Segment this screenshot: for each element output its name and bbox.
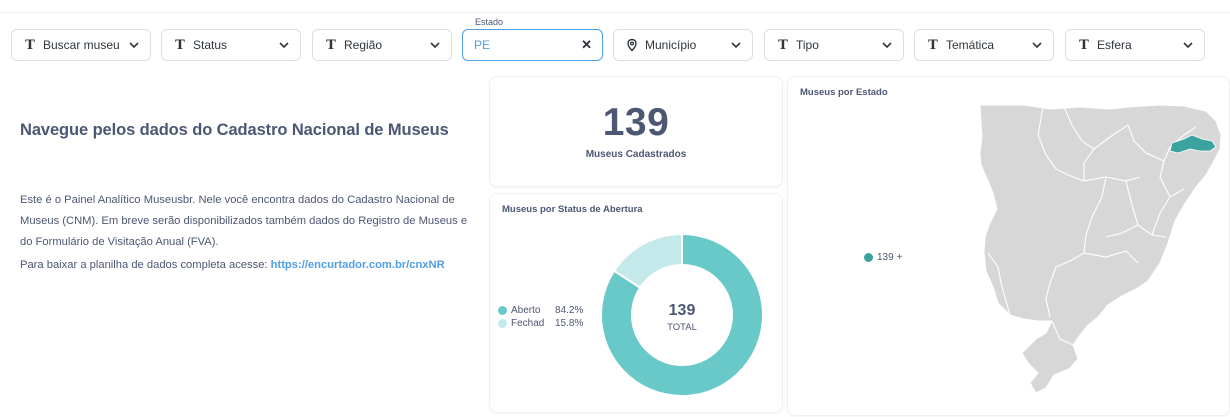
filter-tematica[interactable]: T Temática — [914, 29, 1054, 61]
filter-tipo[interactable]: T Tipo — [764, 29, 904, 61]
filter-label: Buscar museu — [43, 38, 120, 52]
legend-swatch — [864, 253, 873, 262]
filter-label: Temática — [946, 38, 995, 52]
donut-chart[interactable]: 139 TOTAL — [601, 234, 763, 396]
status-donut-card: Museus por Status de Abertura Aberto 84.… — [489, 193, 783, 413]
filter-regiao[interactable]: T Região — [312, 29, 452, 61]
legend-swatch — [498, 306, 507, 315]
intro-title: Navegue pelos dados do Cadastro Nacional… — [20, 121, 449, 139]
kpi-card: 139 Museus Cadastrados — [489, 76, 783, 187]
filter-buscar-museu[interactable]: T Buscar museu — [11, 29, 151, 61]
legend-value: 15.8% — [555, 318, 584, 329]
header-divider — [0, 12, 1230, 13]
legend-item[interactable]: Aberto 84.2% — [498, 304, 583, 317]
legend-item[interactable]: Fechad 15.8% — [498, 317, 583, 330]
filter-status[interactable]: T Status — [161, 29, 301, 61]
text-type-icon: T — [1079, 37, 1089, 53]
donut-total-label: TOTAL — [667, 322, 697, 333]
close-icon[interactable]: ✕ — [581, 37, 592, 53]
donut-legend: Aberto 84.2% Fechad 15.8% — [498, 304, 583, 330]
text-type-icon: T — [326, 37, 336, 53]
chevron-down-icon — [129, 42, 139, 49]
filter-label: Esfera — [1097, 38, 1132, 52]
filter-estado[interactable]: PE ✕ — [462, 29, 603, 61]
intro-paragraph: Este é o Painel Analítico Museusbr. Nele… — [20, 194, 468, 248]
card-title: Museus por Status de Abertura — [502, 204, 643, 215]
kpi-caption: Museus Cadastrados — [585, 149, 687, 160]
download-link[interactable]: https://encurtador.com.br/cnxNR — [271, 259, 445, 271]
text-type-icon: T — [175, 37, 185, 53]
chevron-down-icon — [279, 42, 289, 49]
chevron-down-icon — [731, 42, 741, 49]
legend-value: 84.2% — [555, 305, 584, 316]
filter-esfera[interactable]: T Esfera — [1065, 29, 1205, 61]
active-filter-label: Estado — [475, 17, 504, 27]
chevron-down-icon — [1032, 42, 1042, 49]
filter-bar: T Buscar museu T Status T Região PE ✕ Mu… — [11, 29, 1221, 61]
map-card: Museus por Estado 139 + — [787, 76, 1230, 416]
kpi-value: 139 — [602, 101, 670, 144]
download-paragraph: Para baixar a planilha de dados completa… — [20, 255, 480, 276]
intro-section: Navegue pelos dados do Cadastro Nacional… — [20, 90, 480, 276]
chevron-down-icon — [430, 42, 440, 49]
map-legend: 139 + — [864, 252, 902, 263]
brazil-map[interactable] — [788, 77, 1230, 417]
legend-swatch — [498, 319, 507, 328]
download-text: Para baixar a planilha de dados completa… — [20, 259, 271, 271]
filter-municipio[interactable]: Município — [613, 29, 753, 61]
text-type-icon: T — [778, 37, 788, 53]
filter-label: Status — [193, 38, 228, 52]
legend-label: Aberto — [511, 305, 541, 316]
chevron-down-icon — [1183, 42, 1193, 49]
map-legend-label: 139 + — [877, 252, 903, 263]
filter-label: Município — [645, 38, 697, 52]
legend-label: Fechad — [511, 318, 545, 329]
filter-estado-value: PE — [474, 38, 491, 52]
filter-label: Região — [344, 38, 383, 52]
text-type-icon: T — [928, 37, 938, 53]
filter-label: Tipo — [796, 38, 819, 52]
chevron-down-icon — [882, 42, 892, 49]
text-type-icon: T — [25, 37, 35, 53]
donut-total-value: 139 — [669, 302, 696, 319]
location-pin-icon — [627, 38, 637, 52]
